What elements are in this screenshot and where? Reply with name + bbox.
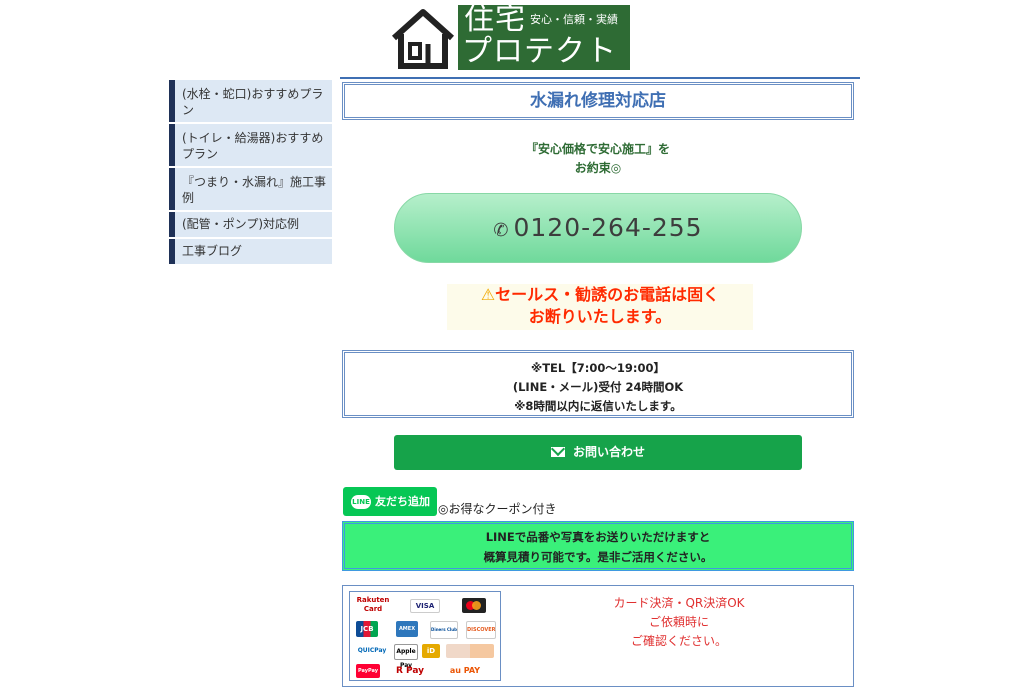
line-add-row: LINE 友だち追加 ◎お得なクーポン付き <box>342 487 854 517</box>
hours-line2: (LINE・メール)受付 24時間OK <box>512 380 684 394</box>
line-note: LINEで品番や写真をお送りいただけますと 概算見積り可能です。是非ご活用くださ… <box>342 521 854 571</box>
logo-name-line2: プロテクト <box>462 34 617 69</box>
sidebar-item-blog[interactable]: 工事ブログ <box>169 239 332 264</box>
id-logo: iD <box>422 644 440 658</box>
coupon-text: ◎お得なクーポン付き <box>438 502 557 516</box>
house-icon <box>391 9 455 69</box>
sidebar-item-toilet-plan[interactable]: (トイレ・給湯器)おすすめプラン <box>169 124 332 166</box>
payment-section: Rakuten Card VISA JCB AMEX Diners Club D… <box>342 585 854 687</box>
payment-logos: Rakuten Card VISA JCB AMEX Diners Club D… <box>349 591 501 681</box>
contact-button-label: お問い合わせ <box>572 445 645 459</box>
logo-tagline: 安心・信頼・実績 <box>530 13 618 26</box>
phone-call-button[interactable]: ✆ 0120-264-255 <box>394 193 802 263</box>
jcb-logo: JCB <box>356 621 378 637</box>
line-note-line1: LINEで品番や写真をお送りいただけますと <box>485 530 711 544</box>
line-add-friend-button[interactable]: LINE 友だち追加 <box>343 487 437 516</box>
payment-line2: ご依頼時に <box>648 615 709 629</box>
business-hours: ※TEL【7:00～19:00】 (LINE・メール)受付 24時間OK ※8時… <box>342 350 854 418</box>
rakuten-pay-logo: R Pay <box>395 666 425 676</box>
diners-club-logo: Diners Club <box>430 621 458 639</box>
sidebar-item-label: (配管・ポンプ)対応例 <box>182 217 300 231</box>
paypay-logo: PayPay <box>356 664 380 678</box>
au-pay-logo: au PAY <box>449 666 481 675</box>
hours-line1: ※TEL【7:00～19:00】 <box>531 361 665 375</box>
amex-logo: AMEX <box>396 621 418 637</box>
phone-number: 0120-264-255 <box>513 213 703 242</box>
sidebar-item-label: (水栓・蛇口)おすすめプラン <box>182 87 324 117</box>
rakuten-card-logo: Rakuten Card <box>356 596 390 613</box>
warning-icon: ⚠ <box>480 285 496 304</box>
sales-warning: ⚠セールス・勧誘のお電話は固く お断りいたします。 <box>447 284 753 330</box>
other-card-logos <box>446 644 494 658</box>
sidebar-item-piping[interactable]: (配管・ポンプ)対応例 <box>169 212 332 237</box>
apple-pay-logo: Apple Pay <box>394 644 418 669</box>
hours-line3: ※8時間以内に返信いたします。 <box>514 399 682 413</box>
warning-line1: セールス・勧誘のお電話は固く <box>495 285 720 304</box>
quicpay-logo: QUICPay <box>357 647 387 654</box>
mastercard-logo <box>462 598 486 613</box>
promise-line1: 『安心価格で安心施工』を <box>525 142 670 156</box>
line-note-line2: 概算見積り可能です。是非ご活用ください。 <box>483 550 713 564</box>
payment-note: カード決済・QR決済OK ご依頼時に ご確認ください。 <box>519 594 839 651</box>
discover-logo: DISCOVER <box>466 621 496 639</box>
sidebar-item-label: 工事ブログ <box>182 244 243 258</box>
promise-line2: お約束◎ <box>574 161 622 175</box>
sidebar-item-faucet-plan[interactable]: (水栓・蛇口)おすすめプラン <box>169 80 332 122</box>
warning-line2: お断りいたします。 <box>528 307 672 326</box>
phone-icon: ✆ <box>493 220 510 241</box>
line-icon: LINE <box>351 495 371 509</box>
envelope-icon <box>550 447 565 457</box>
line-button-label: 友だち追加 <box>375 495 430 508</box>
logo-brand: 住宅 安心・信頼・実績 プロテクト <box>458 2 630 70</box>
promise-text: 『安心価格で安心施工』を お約束◎ <box>342 140 854 178</box>
page-title: 水漏れ修理対応店 <box>342 82 854 120</box>
sidebar-item-label: (トイレ・給湯器)おすすめプラン <box>182 131 324 161</box>
payment-line3: ご確認ください。 <box>630 634 727 648</box>
sidebar-nav: (水栓・蛇口)おすすめプラン (トイレ・給湯器)おすすめプラン 『つまり・水漏れ… <box>169 80 332 266</box>
site-logo[interactable]: 住宅 安心・信頼・実績 プロテクト <box>388 2 630 71</box>
sidebar-item-label: 『つまり・水漏れ』施工事例 <box>182 175 327 205</box>
header-divider <box>340 77 860 79</box>
contact-button[interactable]: お問い合わせ <box>394 435 802 470</box>
sidebar-item-case-studies[interactable]: 『つまり・水漏れ』施工事例 <box>169 168 332 210</box>
payment-line1: カード決済・QR決済OK <box>613 596 745 610</box>
visa-logo: VISA <box>410 599 440 613</box>
logo-name-line1: 住宅 <box>464 2 526 37</box>
